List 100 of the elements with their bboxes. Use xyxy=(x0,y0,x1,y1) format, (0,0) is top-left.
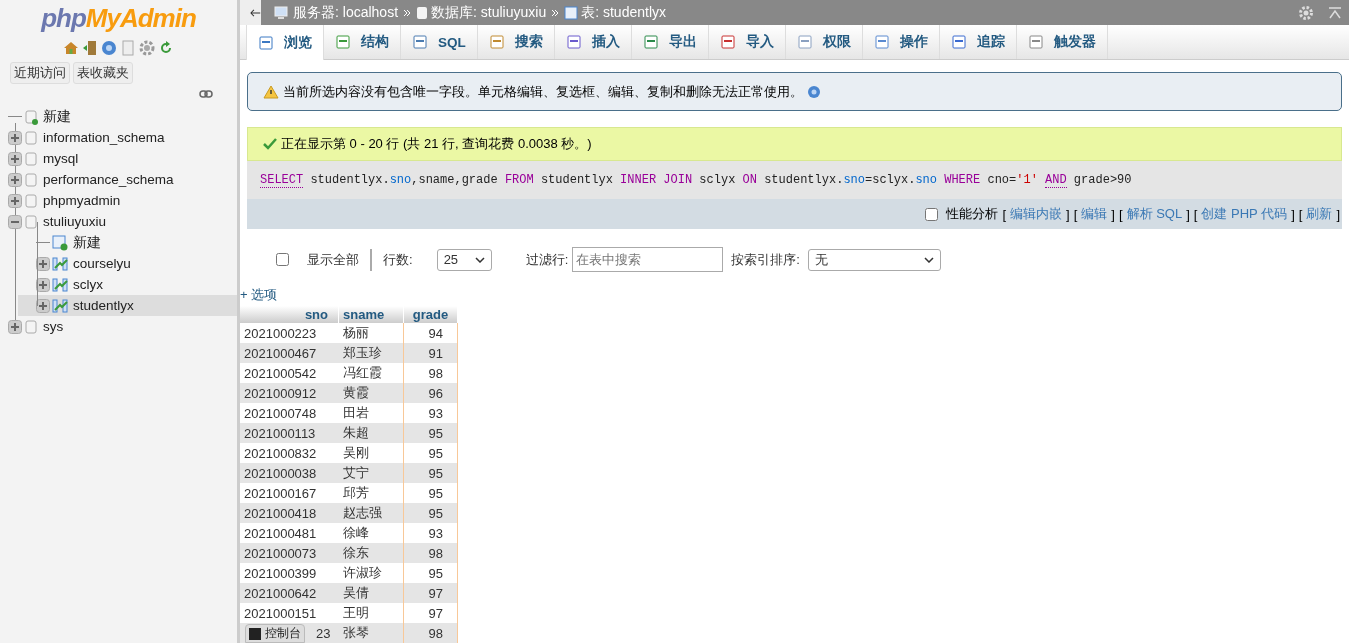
table-cell: 97 xyxy=(403,583,458,603)
bracket-text: [ xyxy=(1298,206,1303,222)
sql-query: SELECT studentlyx.sno,sname,grade FROM studentlyx INNER JOIN sclyx ON studentlyx.sno=sclyx.sno WHERE cno='1' AND grade>90 xyxy=(247,161,1342,199)
table-cell: 张琴 xyxy=(338,623,404,643)
breadcrumb-separator-icon xyxy=(403,8,412,17)
phpmyadmin-logo[interactable]: phpMyAdmin xyxy=(0,2,237,34)
expand-toggle-icon[interactable] xyxy=(8,151,22,166)
database-icon xyxy=(24,318,38,335)
database-icon xyxy=(24,171,38,188)
query-link[interactable]: 刷新 xyxy=(1306,205,1333,223)
tab-icon xyxy=(719,34,736,50)
filter-label: 过滤行: xyxy=(525,250,569,269)
database-tree-item[interactable]: 新建 xyxy=(43,107,71,126)
database-tree-item[interactable]: sys xyxy=(43,319,64,334)
expand-toggle-icon[interactable] xyxy=(8,319,22,334)
reload-icon[interactable] xyxy=(158,40,174,56)
database-icon xyxy=(24,213,38,230)
bracket-text: [ xyxy=(1073,206,1078,222)
database-tree-item[interactable]: stuliuyuxiu xyxy=(43,214,107,229)
breadcrumb-link[interactable]: 服务器: localhost xyxy=(293,3,399,22)
collapse-icon[interactable] xyxy=(1327,5,1343,20)
table-cell: 2021000642 xyxy=(240,583,339,603)
database-icon xyxy=(24,129,38,146)
expand-toggle-icon[interactable] xyxy=(36,298,50,313)
sidebar-button[interactable]: 表收藏夹 xyxy=(73,62,133,84)
table-structure-icon xyxy=(52,276,68,293)
show-all-checkbox[interactable] xyxy=(276,253,289,266)
expand-toggle-icon[interactable] xyxy=(36,256,50,271)
breadcrumb-separator-icon xyxy=(551,8,560,17)
table-cell: 吴刚 xyxy=(338,443,404,463)
query-link[interactable]: 编辑 xyxy=(1081,205,1108,223)
options-link[interactable]: + 选项 xyxy=(240,286,278,304)
table-cell: 吴倩 xyxy=(338,583,404,603)
tab-icon xyxy=(565,34,582,50)
success-text: 正在显示第 0 - 20 行 (共 21 行, 查询花费 0.0038 秒。) xyxy=(281,135,592,153)
bracket-text: [ xyxy=(1002,206,1007,222)
filter-field[interactable]: 在表中搜索 xyxy=(572,247,724,272)
warning-text: 当前所选内容没有包含唯一字段。单元格编辑、复选框、编辑、复制和删除无法正常使用。 xyxy=(283,82,803,101)
tab-icon xyxy=(873,34,890,50)
database-icon xyxy=(24,150,38,167)
table-cell: 冯红霞 xyxy=(338,363,404,383)
link-icon[interactable] xyxy=(199,90,213,98)
table-cell: 2021000912 xyxy=(240,383,339,403)
table-cell: 黄霞 xyxy=(338,383,404,403)
table-cell: 95 xyxy=(403,463,458,483)
breadcrumb-link[interactable]: 表: studentlyx xyxy=(581,3,667,22)
home-icon[interactable] xyxy=(63,40,79,56)
rows-select[interactable]: 25 xyxy=(436,248,492,271)
chevron-icon xyxy=(474,256,485,263)
back-button[interactable] xyxy=(240,0,261,25)
tab[interactable]: 浏览 xyxy=(246,25,324,60)
table-cell: 徐峰 xyxy=(338,523,404,543)
sort-select[interactable]: 无 xyxy=(807,248,941,271)
help-icon[interactable] xyxy=(101,40,117,56)
back-arrow-icon xyxy=(250,7,261,18)
database-icon xyxy=(416,5,429,20)
table-cell: 2021000038 xyxy=(240,463,339,483)
table-cell: 95 xyxy=(403,423,458,443)
tab-icon xyxy=(335,34,351,50)
bracket-text: ] xyxy=(1291,206,1295,222)
column-header[interactable]: sname xyxy=(338,306,404,323)
expand-toggle-icon[interactable] xyxy=(8,172,22,187)
table-cell: 2021000418 xyxy=(240,503,339,523)
query-link[interactable]: 创建 PHP 代码 xyxy=(1201,205,1288,223)
database-tree-item[interactable]: performance_schema xyxy=(43,172,174,187)
query-link[interactable]: 编辑内嵌 xyxy=(1010,205,1063,223)
bracket-text: ] xyxy=(1186,206,1190,222)
table-cell: 赵志强 xyxy=(338,503,404,523)
expand-toggle-icon[interactable] xyxy=(8,193,22,208)
settings-icon[interactable] xyxy=(139,40,155,56)
database-tree-item[interactable]: information_schema xyxy=(43,130,165,145)
sort-label: 按索引排序: xyxy=(731,250,800,269)
exit-door-icon[interactable] xyxy=(82,40,98,56)
table-cell: 2021000467 xyxy=(240,343,339,363)
new-table-icon xyxy=(52,234,68,251)
database-tree-item[interactable]: mysql xyxy=(43,151,79,166)
expand-toggle-icon[interactable] xyxy=(8,214,22,229)
column-header[interactable]: grade xyxy=(403,306,458,323)
table-cell: 2021000113 xyxy=(240,423,339,443)
table-cell: 杨丽 xyxy=(338,323,404,343)
query-link[interactable]: 解析 SQL xyxy=(1126,205,1183,223)
table-cell: 2021000399 xyxy=(240,563,339,583)
table-cell: 2021000073 xyxy=(240,543,339,563)
help-icon[interactable] xyxy=(807,84,821,99)
profiling-checkbox[interactable] xyxy=(925,207,939,221)
column-header[interactable]: sno xyxy=(240,306,339,323)
console-button[interactable]: 控制台 xyxy=(245,624,305,643)
expand-toggle-icon[interactable] xyxy=(36,277,50,292)
breadcrumb-link[interactable]: 数据库: stuliuyuxiu xyxy=(431,3,547,22)
warning-icon xyxy=(263,84,279,99)
sidebar-button[interactable]: 近期访问 xyxy=(10,62,70,84)
rows-label: 行数: xyxy=(383,250,413,269)
console-icon xyxy=(249,627,261,640)
database-tree-item[interactable]: phpmyadmin xyxy=(43,193,121,208)
expand-toggle-icon[interactable] xyxy=(8,130,22,145)
tab-icon xyxy=(488,34,505,50)
bracket-text: ] xyxy=(1066,206,1070,222)
show-all-label: 显示全部 xyxy=(307,250,359,269)
table-cell: 2021000151 xyxy=(240,603,339,623)
table-cell: 98 xyxy=(403,623,458,643)
